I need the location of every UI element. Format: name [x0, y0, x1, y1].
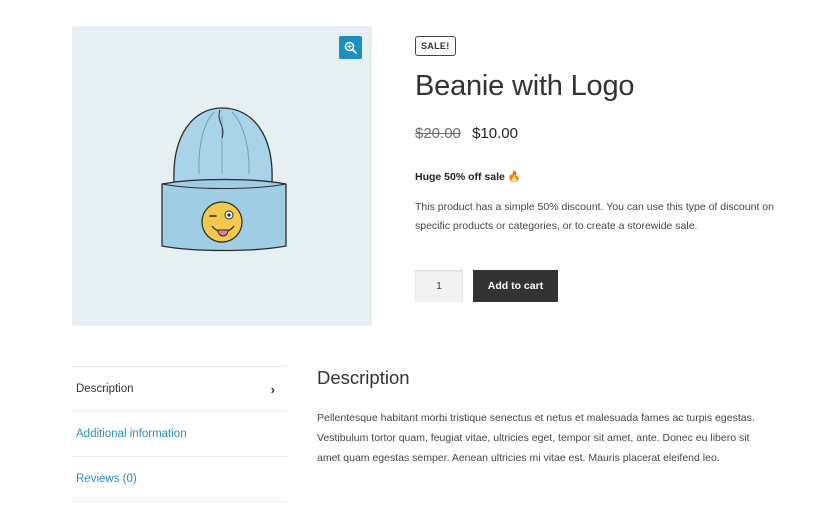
tab-reviews[interactable]: Reviews (0): [72, 457, 287, 502]
panel-text: Pellentesque habitant morbi tristique se…: [317, 412, 755, 464]
add-to-cart-form: Add to cart: [415, 270, 558, 302]
tab-additional-information[interactable]: Additional information: [72, 412, 287, 457]
quantity-input[interactable]: [415, 270, 463, 302]
panel-title: Description: [317, 367, 410, 388]
chevron-right-icon: ›: [270, 381, 275, 397]
description-panel: Description Pellentesque habitant morbi …: [317, 366, 772, 468]
product-tabs: Description › Additional information Rev…: [72, 366, 287, 502]
tab-label: Additional information: [76, 428, 187, 440]
price-new: $10.00: [472, 125, 518, 142]
tab-description[interactable]: Description ›: [72, 367, 287, 412]
product-image[interactable]: [154, 104, 294, 254]
zoom-in-icon: [344, 41, 357, 54]
add-to-cart-button[interactable]: Add to cart: [473, 270, 558, 302]
short-description: This product has a simple 50% discount. …: [415, 201, 774, 232]
zoom-button[interactable]: [339, 36, 362, 59]
product-title: Beanie with Logo: [415, 70, 635, 102]
tab-label: Reviews (0): [76, 473, 137, 485]
product-price: $20.00 $10.00: [415, 124, 775, 144]
product-gallery[interactable]: [72, 26, 372, 326]
sale-badge: SALE!: [415, 36, 456, 56]
price-old: $20.00: [415, 125, 461, 142]
sale-note: Huge 50% off sale 🔥: [415, 171, 521, 183]
product-summary: SALE! Beanie with Logo $20.00 $10.00 Hug…: [415, 36, 775, 302]
tab-label: Description: [76, 383, 134, 395]
